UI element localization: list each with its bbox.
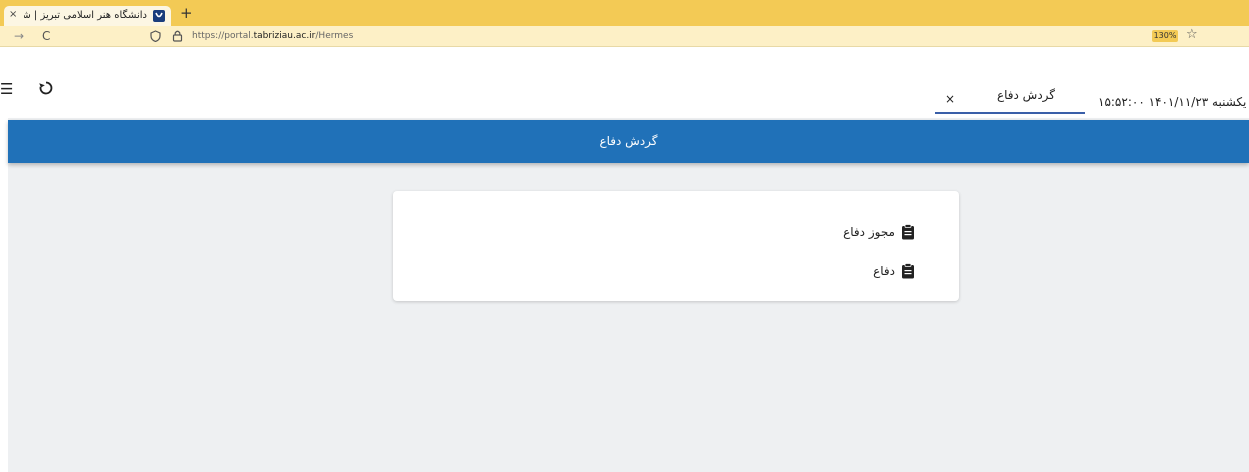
menu-icon[interactable]: ☰ bbox=[0, 81, 13, 97]
clipboard-icon bbox=[902, 263, 914, 279]
url-domain: tabriziau.ac.ir bbox=[253, 31, 316, 41]
new-tab-button[interactable]: + bbox=[180, 4, 193, 22]
forward-button[interactable]: → bbox=[14, 28, 24, 44]
reload-button[interactable]: C bbox=[42, 28, 50, 44]
zoom-indicator[interactable]: 130% bbox=[1152, 30, 1178, 42]
url-field[interactable]: https://portal.tabriziau.ac.ir/Hermes bbox=[192, 30, 353, 42]
left-edge-strip bbox=[0, 118, 8, 472]
address-bar-row: → C https://portal.tabriziau.ac.ir/Herme… bbox=[0, 26, 1249, 47]
menu-item-defense-permit[interactable]: مجوز دفاع bbox=[843, 223, 915, 241]
page-header: گردش دفاع bbox=[8, 120, 1249, 163]
favicon-icon bbox=[153, 10, 165, 22]
menu-item-label: دفاع bbox=[873, 264, 895, 278]
browser-tab[interactable]: × دانشگاه هنر اسلامی تبریز | شرکت bbox=[4, 6, 171, 26]
clipboard-icon bbox=[902, 224, 914, 240]
shield-icon[interactable] bbox=[150, 30, 161, 42]
tab-close-button[interactable]: × bbox=[9, 8, 17, 22]
page-title: گردش دفاع bbox=[599, 134, 658, 148]
date-time-display: ۱۵:۵۲:۰۰ یکشنبه ۱۴۰۱/۱۱/۲۳ bbox=[1098, 95, 1247, 109]
url-path: /Hermes bbox=[315, 31, 354, 41]
bookmark-star-icon[interactable]: ☆ bbox=[1186, 27, 1198, 43]
tab-label: گردش دفاع bbox=[996, 88, 1055, 102]
url-prefix: https://portal. bbox=[192, 31, 254, 41]
lock-icon[interactable] bbox=[172, 29, 183, 42]
menu-item-label: مجوز دفاع bbox=[843, 225, 895, 239]
browser-tab-bar: × دانشگاه هنر اسلامی تبریز | شرکت + bbox=[0, 0, 1249, 26]
menu-item-defense[interactable]: دفاع bbox=[873, 262, 915, 280]
close-icon[interactable]: × bbox=[945, 91, 955, 107]
tab-defense-workflow[interactable]: × گردش دفاع bbox=[935, 85, 1085, 114]
tab-title: دانشگاه هنر اسلامی تبریز | شرکت bbox=[24, 10, 147, 21]
refresh-icon[interactable] bbox=[38, 80, 54, 96]
menu-card: مجوز دفاع دفاع bbox=[393, 191, 959, 301]
